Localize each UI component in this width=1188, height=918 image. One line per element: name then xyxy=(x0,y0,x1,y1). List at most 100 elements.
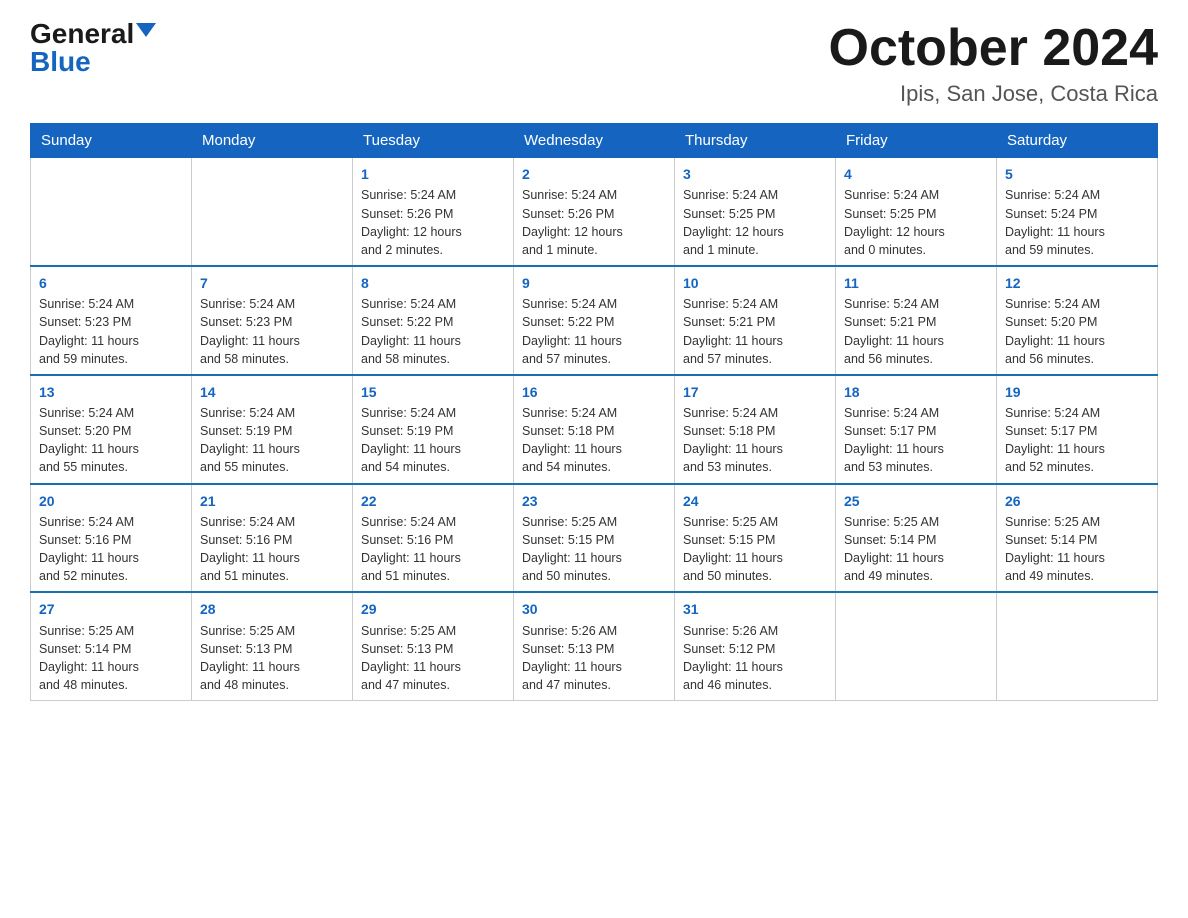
day-info: Sunrise: 5:25 AM Sunset: 5:13 PM Dayligh… xyxy=(361,622,505,695)
day-number: 4 xyxy=(844,164,988,184)
calendar-week-3: 13Sunrise: 5:24 AM Sunset: 5:20 PM Dayli… xyxy=(31,375,1158,484)
day-number: 16 xyxy=(522,382,666,402)
day-number: 3 xyxy=(683,164,827,184)
calendar-cell: 29 Sunrise: 5:25 AM Sunset: 5:13 PM Dayli… xyxy=(353,592,514,700)
day-number: 26 xyxy=(1005,491,1149,511)
day-info: Sunrise: 5:25 AM Sunset: 5:15 PM Dayligh… xyxy=(683,513,827,586)
calendar-cell: 7Sunrise: 5:24 AM Sunset: 5:23 PM Daylig… xyxy=(192,266,353,375)
day-info: Sunrise: 5:24 AM Sunset: 5:20 PM Dayligh… xyxy=(39,404,183,477)
day-info: Sunrise: 5:24 AM Sunset: 5:22 PM Dayligh… xyxy=(361,295,505,368)
title-block: October 2024 Ipis, San Jose, Costa Rica xyxy=(829,20,1159,107)
calendar-cell: 23Sunrise: 5:25 AM Sunset: 5:15 PM Dayli… xyxy=(514,484,675,593)
calendar-cell: 20Sunrise: 5:24 AM Sunset: 5:16 PM Dayli… xyxy=(31,484,192,593)
calendar-table: SundayMondayTuesdayWednesdayThursdayFrid… xyxy=(30,123,1158,701)
day-number: 24 xyxy=(683,491,827,511)
day-info: Sunrise: 5:24 AM Sunset: 5:18 PM Dayligh… xyxy=(683,404,827,477)
month-title: October 2024 xyxy=(829,20,1159,77)
calendar-cell: 8Sunrise: 5:24 AM Sunset: 5:22 PM Daylig… xyxy=(353,266,514,375)
day-number: 17 xyxy=(683,382,827,402)
day-info: Sunrise: 5:24 AM Sunset: 5:26 PM Dayligh… xyxy=(361,186,505,259)
day-number: 29 xyxy=(361,599,505,619)
logo-general-text: General xyxy=(30,20,134,48)
day-number: 2 xyxy=(522,164,666,184)
day-info: Sunrise: 5:24 AM Sunset: 5:16 PM Dayligh… xyxy=(200,513,344,586)
calendar-cell xyxy=(192,158,353,266)
calendar-cell xyxy=(997,592,1158,700)
calendar-cell: 13Sunrise: 5:24 AM Sunset: 5:20 PM Dayli… xyxy=(31,375,192,484)
day-info: Sunrise: 5:25 AM Sunset: 5:14 PM Dayligh… xyxy=(844,513,988,586)
day-info: Sunrise: 5:24 AM Sunset: 5:21 PM Dayligh… xyxy=(683,295,827,368)
calendar-cell: 1Sunrise: 5:24 AM Sunset: 5:26 PM Daylig… xyxy=(353,158,514,266)
calendar-cell: 21Sunrise: 5:24 AM Sunset: 5:16 PM Dayli… xyxy=(192,484,353,593)
header-row: SundayMondayTuesdayWednesdayThursdayFrid… xyxy=(31,124,1158,158)
calendar-cell: 27Sunrise: 5:25 AM Sunset: 5:14 PM Dayli… xyxy=(31,592,192,700)
day-info: Sunrise: 5:25 AM Sunset: 5:15 PM Dayligh… xyxy=(522,513,666,586)
calendar-cell: 31 Sunrise: 5:26 AM Sunset: 5:12 PM Dayli… xyxy=(675,592,836,700)
calendar-cell: 5Sunrise: 5:24 AM Sunset: 5:24 PM Daylig… xyxy=(997,158,1158,266)
day-info: Sunrise: 5:25 AM Sunset: 5:14 PM Dayligh… xyxy=(1005,513,1149,586)
calendar-cell: 28 Sunrise: 5:25 AM Sunset: 5:13 PM Dayli… xyxy=(192,592,353,700)
header-sunday: Sunday xyxy=(31,124,192,158)
calendar-cell: 12Sunrise: 5:24 AM Sunset: 5:20 PM Dayli… xyxy=(997,266,1158,375)
day-info: Sunrise: 5:24 AM Sunset: 5:16 PM Dayligh… xyxy=(361,513,505,586)
day-number: 22 xyxy=(361,491,505,511)
day-info: Sunrise: 5:24 AM Sunset: 5:21 PM Dayligh… xyxy=(844,295,988,368)
day-info: Sunrise: 5:26 AM Sunset: 5:13 PM Dayligh… xyxy=(522,622,666,695)
day-info: Sunrise: 5:24 AM Sunset: 5:16 PM Dayligh… xyxy=(39,513,183,586)
day-info: Sunrise: 5:24 AM Sunset: 5:20 PM Dayligh… xyxy=(1005,295,1149,368)
calendar-cell: 9Sunrise: 5:24 AM Sunset: 5:22 PM Daylig… xyxy=(514,266,675,375)
day-info: Sunrise: 5:25 AM Sunset: 5:13 PM Dayligh… xyxy=(200,622,344,695)
calendar-cell xyxy=(31,158,192,266)
calendar-cell: 6Sunrise: 5:24 AM Sunset: 5:23 PM Daylig… xyxy=(31,266,192,375)
calendar-cell: 14Sunrise: 5:24 AM Sunset: 5:19 PM Dayli… xyxy=(192,375,353,484)
calendar-cell: 30Sunrise: 5:26 AM Sunset: 5:13 PM Dayli… xyxy=(514,592,675,700)
day-number: 8 xyxy=(361,273,505,293)
calendar-cell: 25Sunrise: 5:25 AM Sunset: 5:14 PM Dayli… xyxy=(836,484,997,593)
day-info: Sunrise: 5:24 AM Sunset: 5:18 PM Dayligh… xyxy=(522,404,666,477)
day-info: Sunrise: 5:24 AM Sunset: 5:22 PM Dayligh… xyxy=(522,295,666,368)
day-number: 14 xyxy=(200,382,344,402)
calendar-cell: 4Sunrise: 5:24 AM Sunset: 5:25 PM Daylig… xyxy=(836,158,997,266)
calendar-cell: 18Sunrise: 5:24 AM Sunset: 5:17 PM Dayli… xyxy=(836,375,997,484)
header-friday: Friday xyxy=(836,124,997,158)
calendar-cell: 15Sunrise: 5:24 AM Sunset: 5:19 PM Dayli… xyxy=(353,375,514,484)
header-thursday: Thursday xyxy=(675,124,836,158)
calendar-header: SundayMondayTuesdayWednesdayThursdayFrid… xyxy=(31,124,1158,158)
day-number: 12 xyxy=(1005,273,1149,293)
calendar-week-2: 6Sunrise: 5:24 AM Sunset: 5:23 PM Daylig… xyxy=(31,266,1158,375)
day-number: 6 xyxy=(39,273,183,293)
day-number: 28 xyxy=(200,599,344,619)
day-info: Sunrise: 5:24 AM Sunset: 5:17 PM Dayligh… xyxy=(1005,404,1149,477)
day-info: Sunrise: 5:26 AM Sunset: 5:12 PM Dayligh… xyxy=(683,622,827,695)
calendar-cell: 2Sunrise: 5:24 AM Sunset: 5:26 PM Daylig… xyxy=(514,158,675,266)
calendar-cell: 19Sunrise: 5:24 AM Sunset: 5:17 PM Dayli… xyxy=(997,375,1158,484)
header-wednesday: Wednesday xyxy=(514,124,675,158)
calendar-week-4: 20Sunrise: 5:24 AM Sunset: 5:16 PM Dayli… xyxy=(31,484,1158,593)
day-number: 7 xyxy=(200,273,344,293)
day-number: 13 xyxy=(39,382,183,402)
day-number: 1 xyxy=(361,164,505,184)
day-info: Sunrise: 5:24 AM Sunset: 5:23 PM Dayligh… xyxy=(39,295,183,368)
calendar-cell: 16Sunrise: 5:24 AM Sunset: 5:18 PM Dayli… xyxy=(514,375,675,484)
day-info: Sunrise: 5:25 AM Sunset: 5:14 PM Dayligh… xyxy=(39,622,183,695)
day-info: Sunrise: 5:24 AM Sunset: 5:19 PM Dayligh… xyxy=(200,404,344,477)
logo-blue-text: Blue xyxy=(30,48,91,76)
header-tuesday: Tuesday xyxy=(353,124,514,158)
page-header: General Blue October 2024 Ipis, San Jose… xyxy=(30,20,1158,107)
day-number: 15 xyxy=(361,382,505,402)
day-number: 21 xyxy=(200,491,344,511)
day-number: 10 xyxy=(683,273,827,293)
calendar-week-5: 27Sunrise: 5:25 AM Sunset: 5:14 PM Dayli… xyxy=(31,592,1158,700)
calendar-cell: 26Sunrise: 5:25 AM Sunset: 5:14 PM Dayli… xyxy=(997,484,1158,593)
day-number: 11 xyxy=(844,273,988,293)
calendar-cell: 11Sunrise: 5:24 AM Sunset: 5:21 PM Dayli… xyxy=(836,266,997,375)
calendar-cell: 10Sunrise: 5:24 AM Sunset: 5:21 PM Dayli… xyxy=(675,266,836,375)
calendar-body: 1Sunrise: 5:24 AM Sunset: 5:26 PM Daylig… xyxy=(31,158,1158,701)
day-info: Sunrise: 5:24 AM Sunset: 5:25 PM Dayligh… xyxy=(844,186,988,259)
calendar-cell: 24Sunrise: 5:25 AM Sunset: 5:15 PM Dayli… xyxy=(675,484,836,593)
logo-triangle-icon xyxy=(136,23,156,37)
calendar-cell xyxy=(836,592,997,700)
day-number: 31 xyxy=(683,599,827,619)
day-number: 19 xyxy=(1005,382,1149,402)
logo: General Blue xyxy=(30,20,156,76)
